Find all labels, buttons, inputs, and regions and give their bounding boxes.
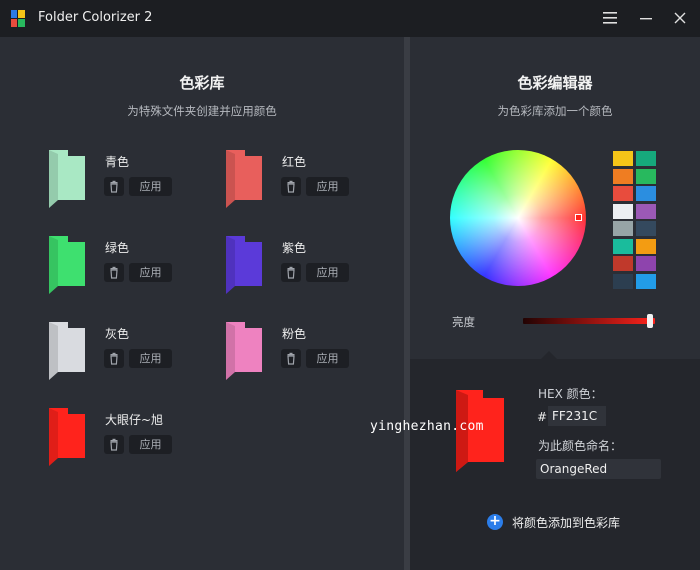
library-item-name: 大眼仔~旭 [105, 413, 164, 427]
color-wheel[interactable] [450, 150, 586, 286]
brightness-label: 亮度 [452, 315, 475, 329]
apply-button[interactable]: 应用 [129, 263, 172, 282]
palette-swatch[interactable] [613, 168, 633, 184]
app-logo-icon [11, 10, 25, 27]
palette-swatch[interactable] [636, 256, 656, 271]
palette-swatch[interactable] [613, 256, 633, 271]
trash-icon [110, 266, 118, 279]
palette-swatch[interactable] [636, 273, 656, 289]
palette-swatch[interactable] [613, 273, 633, 289]
title-bar: Folder Colorizer 2 [0, 0, 700, 37]
library-item[interactable]: 红色应用 [225, 150, 395, 220]
color-name-label: 为此颜色命名： [538, 439, 623, 453]
apply-button[interactable]: 应用 [306, 349, 349, 368]
delete-button[interactable] [104, 349, 124, 368]
panel-pointer [540, 351, 558, 360]
palette-swatch[interactable] [613, 151, 633, 166]
delete-button[interactable] [104, 263, 124, 282]
library-item[interactable]: 粉色应用 [225, 322, 395, 392]
plus-icon: + [487, 514, 503, 530]
apply-button[interactable]: 应用 [129, 349, 172, 368]
trash-icon [287, 180, 295, 193]
palette-swatch[interactable] [613, 238, 633, 254]
hex-hash-symbol: # [537, 410, 548, 424]
library-item-name: 紫色 [282, 241, 307, 255]
delete-button[interactable] [281, 177, 301, 196]
palette-swatch[interactable] [636, 186, 656, 201]
menu-icon[interactable] [597, 6, 623, 30]
delete-button[interactable] [281, 263, 301, 282]
library-item-name: 绿色 [105, 241, 130, 255]
hex-label: HEX 颜色： [538, 387, 603, 401]
library-item[interactable]: 大眼仔~旭应用 [48, 408, 218, 478]
library-item[interactable]: 紫色应用 [225, 236, 395, 306]
folder-icon [49, 408, 85, 466]
hex-input[interactable]: FF231C [548, 406, 606, 426]
library-item-name: 灰色 [105, 327, 130, 341]
folder-icon [49, 150, 85, 208]
app-title: Folder Colorizer 2 [38, 10, 153, 25]
color-wheel-marker[interactable] [575, 214, 582, 221]
palette-swatch[interactable] [636, 168, 656, 184]
library-title: 色彩库 [179, 74, 225, 92]
library-item-name: 红色 [282, 155, 307, 169]
apply-button[interactable]: 应用 [306, 263, 349, 282]
folder-icon [226, 150, 262, 208]
brightness-slider-thumb[interactable] [646, 314, 653, 328]
brightness-slider[interactable] [523, 318, 655, 324]
library-subtitle: 为特殊文件夹创建并应用颜色 [127, 104, 277, 118]
folder-icon [49, 236, 85, 294]
color-name-input[interactable]: OrangeRed [536, 459, 661, 479]
palette-swatch[interactable] [636, 238, 656, 254]
delete-button[interactable] [104, 177, 124, 196]
palette-swatch[interactable] [613, 203, 633, 219]
folder-icon [49, 322, 85, 380]
library-item-name: 青色 [105, 155, 130, 169]
editor-subtitle: 为色彩库添加一个颜色 [497, 104, 613, 118]
editor-title: 色彩编辑器 [517, 74, 593, 92]
library-item[interactable]: 青色应用 [48, 150, 218, 220]
add-to-library-label: 将颜色添加到色彩库 [512, 516, 621, 530]
trash-icon [287, 266, 295, 279]
trash-icon [110, 352, 118, 365]
palette-swatch[interactable] [636, 203, 656, 219]
palette-swatch[interactable] [636, 221, 656, 236]
palette-swatch[interactable] [613, 221, 633, 236]
trash-icon [110, 438, 118, 451]
library-item-name: 粉色 [282, 327, 307, 341]
trash-icon [110, 180, 118, 193]
library-item[interactable]: 绿色应用 [48, 236, 218, 306]
folder-icon [226, 236, 262, 294]
close-icon[interactable] [667, 6, 693, 30]
delete-button[interactable] [281, 349, 301, 368]
apply-button[interactable]: 应用 [306, 177, 349, 196]
palette-swatch[interactable] [636, 151, 656, 166]
library-item[interactable]: 灰色应用 [48, 322, 218, 392]
palette-swatch[interactable] [613, 186, 633, 201]
trash-icon [287, 352, 295, 365]
minimize-icon[interactable] [633, 6, 659, 30]
folder-icon [226, 322, 262, 380]
delete-button[interactable] [104, 435, 124, 454]
apply-button[interactable]: 应用 [129, 177, 172, 196]
watermark: yinghezhan.com [370, 419, 484, 434]
apply-button[interactable]: 应用 [129, 435, 172, 454]
